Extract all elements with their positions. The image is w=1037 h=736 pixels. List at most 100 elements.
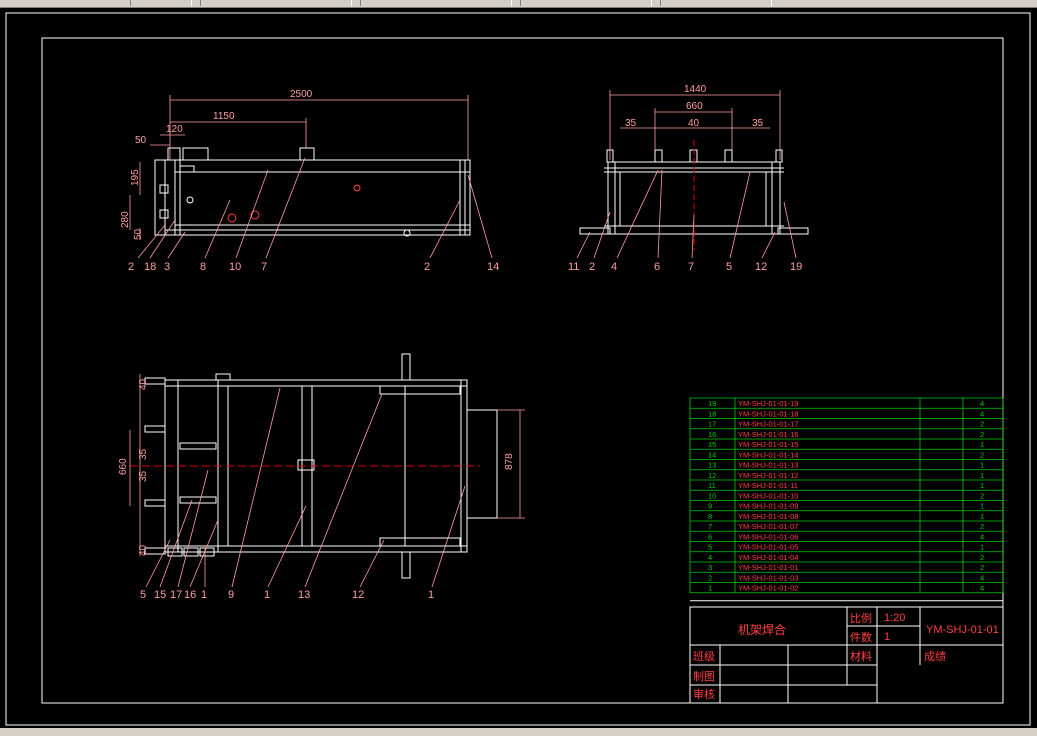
count-value: 1 — [884, 631, 890, 643]
table-cell-code: YM-SHJ-01-01-08 — [738, 512, 798, 521]
dim-text: 40 — [688, 118, 700, 129]
front-view — [154, 147, 471, 237]
front-view-dim-text: 2500 1150 120 50 195 280 50 — [120, 89, 313, 240]
table-cell-number: 5 — [708, 543, 712, 552]
toolbar-segment[interactable] — [660, 0, 772, 6]
table-cell-number: 7 — [708, 522, 712, 531]
callout-number: 17 — [170, 589, 182, 601]
table-cell-qty: 4 — [980, 573, 984, 582]
callout-number: 3 — [164, 261, 170, 273]
toolbar-strip — [0, 0, 1037, 8]
table-cell-number: 1 — [708, 584, 712, 593]
callout-number: 5 — [726, 261, 732, 273]
dim-text: 35 — [625, 118, 637, 129]
table-cell-code: YM-SHJ-01-01-09 — [738, 502, 798, 511]
side-view-leaders — [576, 169, 797, 259]
table-cell-qty: 1 — [980, 461, 984, 470]
callout-number: 4 — [611, 261, 617, 273]
table-cell-number: 8 — [708, 512, 712, 521]
dim-text: 660 — [118, 458, 129, 475]
side-view-callouts: 11 2 4 6 7 5 12 19 — [568, 261, 802, 273]
callout-number: 6 — [654, 261, 660, 273]
table-cell-number: 15 — [708, 440, 716, 449]
table-cell-qty: 2 — [980, 430, 984, 439]
table-cell-code: YM-SHJ-01-01-04 — [738, 553, 798, 562]
table-cell-code: YM-SHJ-01-01-18 — [738, 409, 798, 418]
table-cell-qty: 1 — [980, 471, 984, 480]
table-cell-number: 18 — [708, 409, 716, 418]
callout-number: 9 — [228, 589, 234, 601]
table-cell-number: 19 — [708, 399, 716, 408]
table-cell-qty: 2 — [980, 522, 984, 531]
dim-text: 40 — [138, 378, 149, 390]
cad-drawing: 2500 1150 120 50 195 280 50 2 18 3 8 10 … — [5, 12, 1031, 726]
callout-number: 5 — [140, 589, 146, 601]
callout-number: 12 — [352, 589, 364, 601]
dim-text: 35 — [138, 448, 149, 460]
callout-number: 2 — [424, 261, 430, 273]
toolbar-segment[interactable] — [520, 0, 652, 6]
table-cell-code: YM-SHJ-01-01-15 — [738, 440, 798, 449]
callout-number: 13 — [298, 589, 310, 601]
callout-number: 1 — [201, 589, 207, 601]
table-cell-code: YM-SHJ-01-01-12 — [738, 471, 798, 480]
dim-text: 878 — [504, 453, 515, 470]
table-cell-number: 11 — [708, 481, 716, 490]
dim-text: 35 — [752, 118, 764, 129]
scale-label: 比例 — [850, 611, 872, 625]
table-cell-code: YM-SHJ-01-01-19 — [738, 399, 798, 408]
toolbar-segment[interactable] — [130, 0, 192, 6]
material-label: 材料 — [850, 649, 872, 663]
table-cell-qty: 4 — [980, 584, 984, 593]
top-view-dimensions — [129, 374, 525, 556]
callout-number: 18 — [144, 261, 156, 273]
table-cell-qty: 2 — [980, 450, 984, 459]
checker-label: 审核 — [693, 687, 715, 701]
callout-number: 8 — [200, 261, 206, 273]
callout-number: 12 — [755, 261, 767, 273]
scale-value: 1:20 — [884, 612, 905, 624]
callout-number: 19 — [790, 261, 802, 273]
toolbar-segment[interactable] — [200, 0, 352, 6]
table-cell-number: 6 — [708, 532, 712, 541]
table-cell-code: YM-SHJ-01-01-03 — [738, 573, 798, 582]
table-cell-number: 13 — [708, 461, 716, 470]
table-cell-code: YM-SHJ-01-01-17 — [738, 420, 798, 429]
dim-text: 50 — [135, 135, 147, 146]
callout-number: 7 — [688, 261, 694, 273]
callout-number: 2 — [128, 261, 134, 273]
top-view-leaders — [145, 387, 466, 588]
table-cell-qty: 1 — [980, 512, 984, 521]
drawing-canvas[interactable]: 2500 1150 120 50 195 280 50 2 18 3 8 10 … — [0, 8, 1037, 728]
toolbar-segment[interactable] — [360, 0, 512, 6]
callout-number: 10 — [229, 261, 241, 273]
table-cell-number: 17 — [708, 420, 716, 429]
sheet-outer-border — [5, 12, 1031, 726]
dim-text: 120 — [166, 124, 183, 135]
grade-label: 成绩 — [924, 650, 946, 663]
dim-text: 40 — [138, 544, 149, 556]
dim-text: 2500 — [290, 89, 313, 100]
table-cell-qty: 2 — [980, 491, 984, 500]
parts-table: 19 YM-SHJ-01-01-19 418 YM-SHJ-01-01-18 417 YM… — [689, 397, 1004, 602]
table-cell-qty: 2 — [980, 420, 984, 429]
table-cell-number: 2 — [708, 573, 712, 582]
table-cell-number: 3 — [708, 563, 712, 572]
dim-text: 35 — [138, 470, 149, 482]
callout-number: 2 — [589, 261, 595, 273]
callout-number: 11 — [568, 261, 579, 273]
table-cell-qty: 4 — [980, 409, 984, 418]
table-cell-code: YM-SHJ-01-01-14 — [738, 450, 798, 459]
callout-number: 7 — [261, 261, 267, 273]
status-bar — [0, 728, 1037, 736]
table-cell-number: 16 — [708, 430, 716, 439]
table-cell-code: YM-SHJ-01-01-05 — [738, 543, 798, 552]
table-cell-qty: 2 — [980, 563, 984, 572]
table-cell-code: YM-SHJ-01-01-13 — [738, 461, 798, 470]
table-cell-code: YM-SHJ-01-01-01 — [738, 563, 798, 572]
table-cell-qty: 4 — [980, 399, 984, 408]
dim-text: 195 — [130, 169, 141, 186]
dim-text: 660 — [686, 101, 703, 112]
table-cell-number: 12 — [708, 471, 716, 480]
table-cell-code: YM-SHJ-01-01-11 — [738, 481, 798, 490]
